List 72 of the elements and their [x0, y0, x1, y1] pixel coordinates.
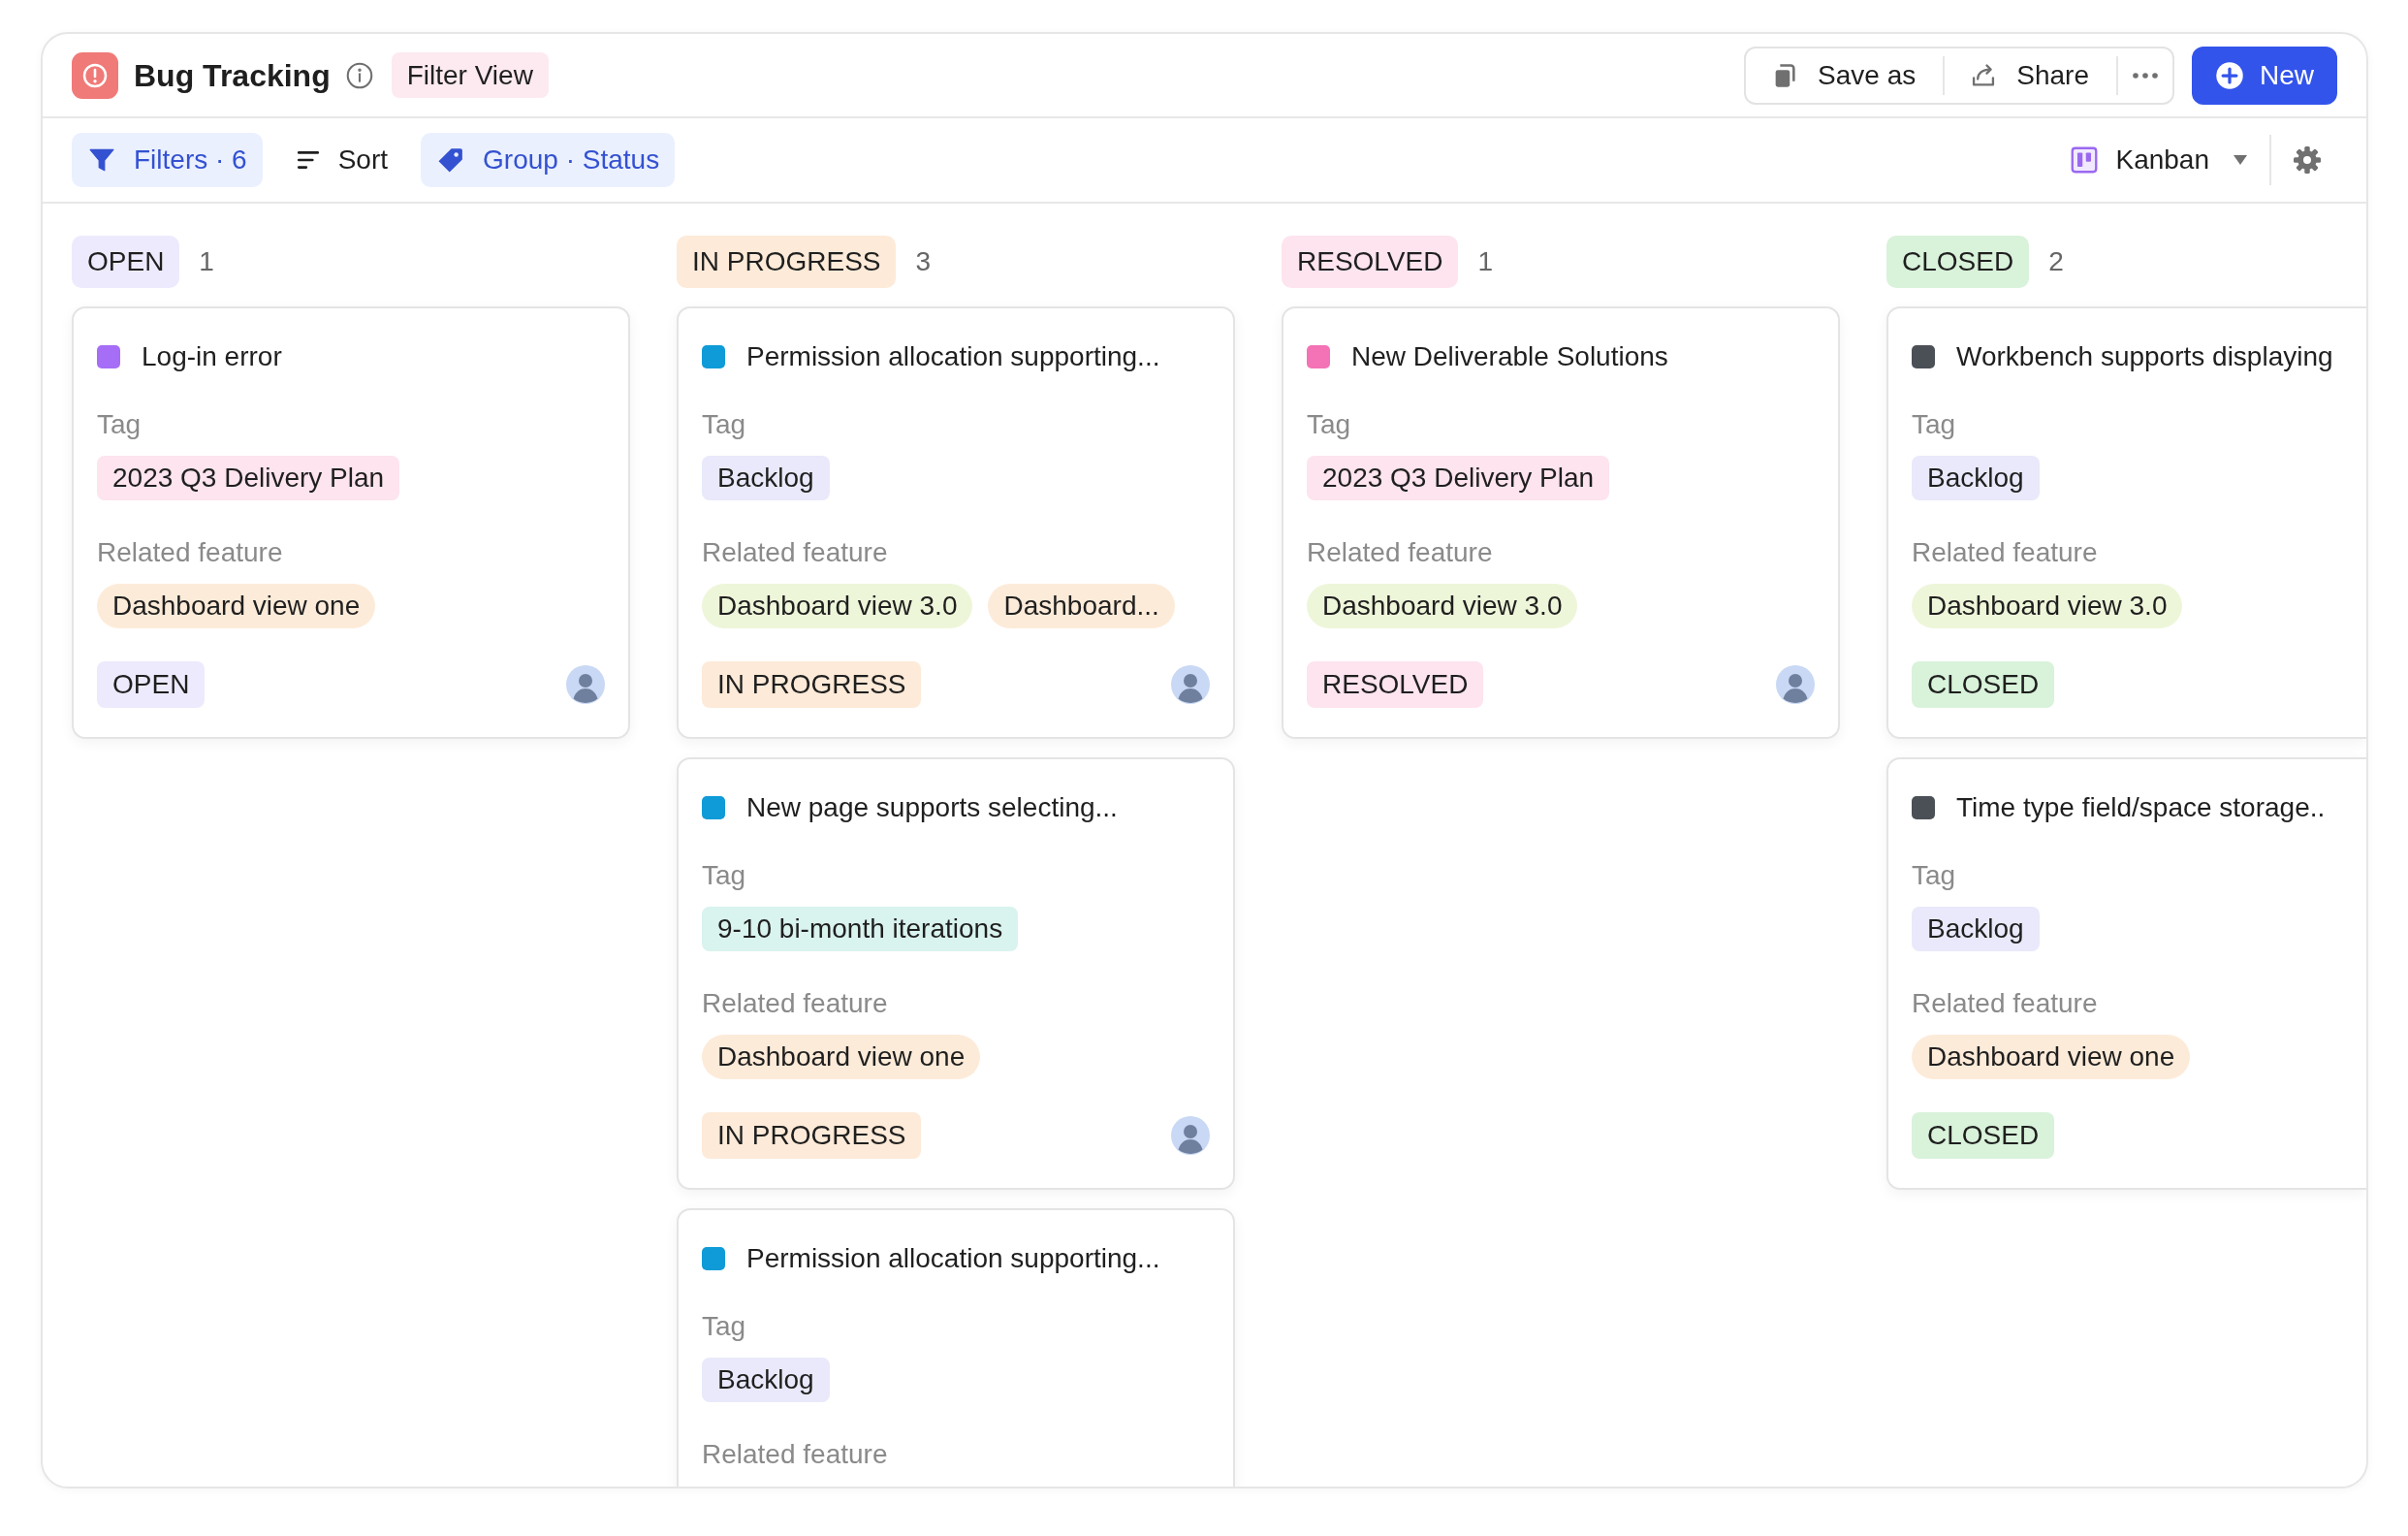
column-count: 2: [2048, 245, 2064, 278]
caret-icon: [2233, 154, 2248, 166]
bug-card[interactable]: New Deliverable Solutions Tag 2023 Q3 Delivery Plan Related feature Dashboard view 3.0 RESOLVED: [1282, 306, 1840, 739]
card-title: Permission allocation supporting...: [746, 340, 1160, 373]
field-label: Tag: [1912, 408, 1956, 441]
field-label: Related feature: [97, 536, 283, 569]
status-badge: OPEN: [72, 236, 180, 288]
field-label: Related feature: [702, 1438, 888, 1471]
feature-chip: Dashboard view 3.0: [1912, 584, 2183, 628]
status-chip: CLOSED: [1912, 661, 2055, 708]
column-count: 1: [1477, 245, 1493, 278]
kanban-icon: [2071, 146, 2099, 174]
card-title: Permission allocation supporting...: [746, 1242, 1160, 1275]
bug-card[interactable]: Permission allocation supporting... Tag Backlog Related feature: [677, 1208, 1235, 1487]
status-chip: RESOLVED: [1307, 661, 1484, 708]
feature-chip: Dashboard view 3.0: [1307, 584, 1578, 628]
bug-card[interactable]: Time type field/space storage.. Tag Backlog Related feature Dashboard view one CLOSED: [1886, 757, 2366, 1190]
view-badge: Filter View: [391, 52, 549, 98]
bug-card[interactable]: Permission allocation supporting... Tag Backlog Related feature Dashboard view 3.0 Dashboard... IN PROGRESS: [677, 306, 1235, 739]
field-label: Tag: [1912, 859, 1956, 892]
field-label: Related feature: [1307, 536, 1493, 569]
feature-chip: Dashboard...: [988, 584, 1175, 628]
status-badge: RESOLVED: [1282, 236, 1459, 288]
save-as-button[interactable]: Save as: [1746, 48, 1944, 103]
card-title: Time type field/space storage..: [1956, 791, 2326, 824]
field-label: Tag: [702, 408, 746, 441]
sort-button[interactable]: Sort: [279, 133, 404, 187]
field-label: Related feature: [1912, 987, 2098, 1020]
field-label: Related feature: [702, 536, 888, 569]
field-label: Tag: [97, 408, 142, 441]
more-icon: [2132, 71, 2159, 80]
share-button[interactable]: Share: [1945, 48, 2116, 103]
status-badge: IN PROGRESS: [677, 236, 897, 288]
card-title: New Deliverable Solutions: [1351, 340, 1668, 373]
new-button[interactable]: New: [2192, 46, 2337, 105]
page-title: Bug Tracking: [134, 56, 331, 95]
status-chip: CLOSED: [1912, 1112, 2055, 1159]
group-button[interactable]: Group · Status: [421, 133, 676, 187]
settings-icon[interactable]: [2293, 145, 2322, 175]
bug-card[interactable]: New page supports selecting... Tag 9-10 bi-month iterations Related feature Dashboard view one IN PROGRESS: [677, 757, 1235, 1190]
feature-chip: Dashboard view one: [97, 584, 376, 628]
info-icon[interactable]: [345, 61, 373, 89]
field-label: Tag: [702, 1310, 746, 1343]
alert-icon: [72, 51, 118, 99]
field-label: Related feature: [702, 987, 888, 1020]
card-title: New page supports selecting...: [746, 791, 1118, 824]
status-chip: IN PROGRESS: [702, 661, 922, 708]
card-title: Log-in error: [142, 340, 282, 373]
bug-card[interactable]: Log-in error Tag 2023 Q3 Delivery Plan Related feature Dashboard view one OPEN: [72, 306, 630, 739]
view-switcher[interactable]: Kanban: [2071, 133, 2248, 187]
filter-button[interactable]: Filters · 6: [72, 133, 263, 187]
tag-chip: Backlog: [1912, 907, 2040, 951]
tag-chip: Backlog: [702, 456, 830, 500]
tag-chip: 9-10 bi-month iterations: [702, 907, 1019, 951]
feature-chip: Dashboard view 3.0: [702, 584, 973, 628]
column-count: 1: [199, 245, 214, 278]
column-count: 3: [915, 245, 932, 278]
status-badge: CLOSED: [1886, 236, 2030, 288]
card-title: Workbench supports displaying: [1956, 340, 2333, 373]
tag-chip: 2023 Q3 Delivery Plan: [97, 456, 400, 500]
feature-chip: Dashboard view one: [1912, 1035, 2191, 1079]
plus-icon: [2215, 60, 2244, 90]
tag-chip: Backlog: [702, 1358, 830, 1402]
field-label: Related feature: [1912, 536, 2098, 569]
tag-chip: 2023 Q3 Delivery Plan: [1307, 456, 1610, 500]
field-label: Tag: [1307, 408, 1351, 441]
bug-card[interactable]: Workbench supports displaying Tag Backlog Related feature Dashboard view 3.0 CLOSED: [1886, 306, 2366, 739]
status-chip: IN PROGRESS: [702, 1112, 922, 1159]
tag-chip: Backlog: [1912, 456, 2040, 500]
status-chip: OPEN: [97, 661, 206, 708]
field-label: Tag: [702, 859, 746, 892]
feature-chip: Dashboard view one: [702, 1035, 981, 1079]
